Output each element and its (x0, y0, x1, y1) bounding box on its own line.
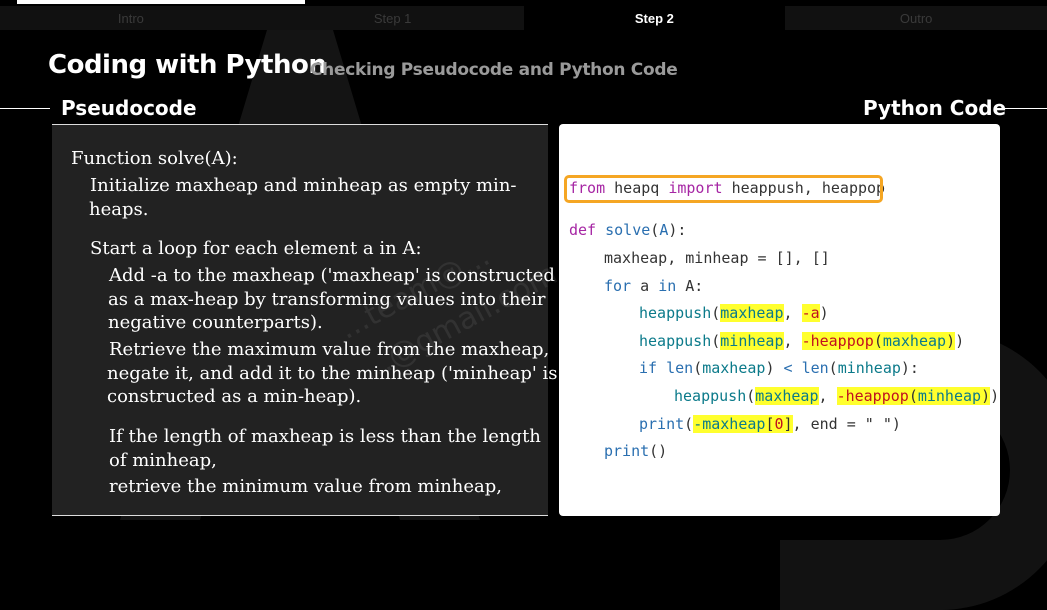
code-line-print-2: print() (604, 442, 668, 460)
highlighted-arg: -maxheap (693, 415, 766, 433)
iterable: A: (685, 277, 704, 295)
pseudocode-line: negative counterparts). (108, 312, 323, 333)
loop-variable: a (640, 277, 650, 295)
pseudocode-heading: Pseudocode (61, 96, 197, 120)
string-literal: " " (864, 415, 892, 433)
code-line-if: if len(maxheap) < len(minheap): (639, 359, 919, 377)
function-call: heappush (639, 332, 712, 350)
keyword: for (604, 277, 632, 295)
step-tab-intro[interactable]: Intro (0, 6, 262, 30)
argument: minheap (837, 359, 901, 377)
function-call: print (639, 415, 685, 433)
pseudocode-panel: ...team@... ...@gmail.com Function solve… (52, 124, 563, 516)
pseudocode-line: Function solve(A): (71, 148, 238, 169)
step-tab-outro[interactable]: Outro (785, 6, 1047, 30)
python-code-divider (997, 108, 1047, 109)
keyword: if (639, 359, 658, 377)
step-tab-step-1[interactable]: Step 1 (261, 6, 524, 30)
step-tab-label: Outro (899, 10, 933, 26)
function-call: len (801, 359, 829, 377)
keyword: def (569, 221, 597, 239)
function-call: heappush (639, 304, 712, 322)
step-tab-label: Intro (117, 10, 144, 26)
highlighted-arg: maxheap (720, 304, 784, 322)
operator: < (783, 359, 793, 377)
step-tab-label: Step 1 (373, 10, 412, 26)
parameter: A (659, 221, 669, 239)
highlighted-arg: minheap (720, 332, 784, 350)
code-line-print-1: print(-maxheap[0], end = " ") (639, 415, 901, 433)
argument: maxheap (702, 359, 766, 377)
pseudocode-line: retrieve the minimum value from minheap, (109, 476, 503, 497)
pseudocode-line: constructed as a min-heap). (107, 386, 362, 407)
pseudocode-line: negate it, and add it to the minheap ('m… (107, 363, 558, 384)
code-line-heappush-3: heappush(maxheap, -heappop(minheap)) (674, 387, 1000, 405)
step-tab-label: Step 2 (634, 10, 674, 26)
pseudocode-line: Start a loop for each element a in A: (90, 238, 422, 259)
pseudocode-divider (0, 108, 50, 109)
code-line-heappush-1: heappush(maxheap, -a) (639, 304, 829, 322)
highlighted-arg: -heappop (836, 387, 909, 405)
highlighted-arg: maxheap (755, 387, 819, 405)
highlighted-arg: maxheap (882, 332, 947, 350)
code-line-for: for a in A: (604, 276, 703, 296)
pseudocode-line: Initialize maxheap and minheap as empty … (90, 175, 517, 196)
index-value: 0 (774, 415, 784, 433)
progress-indicator (17, 0, 305, 4)
code-line-def: def solve(A): (569, 221, 687, 239)
pseudocode-line: Retrieve the maximum value from the maxh… (109, 339, 550, 360)
import-highlight-box (564, 175, 883, 203)
page-title: Coding with Python (48, 50, 327, 80)
python-code-heading: Python Code (863, 96, 1007, 120)
function-call: print (604, 442, 650, 460)
code-line-vars: maxheap, minheap = [], [] (604, 249, 830, 267)
highlighted-arg: minheap (917, 387, 982, 405)
page-subtitle: Checking Pseudocode and Python Code (310, 60, 678, 80)
pseudocode-line: If the length of maxheap is less than th… (109, 426, 541, 447)
highlighted-arg: -a (801, 304, 820, 322)
pseudocode-line: of minheap, (109, 450, 217, 471)
step-navigation: Intro Step 1 Step 2 Outro (0, 6, 1047, 30)
function-name: solve (605, 221, 651, 239)
pseudocode-line: Add -a to the maxheap ('maxheap' is cons… (109, 265, 555, 286)
pseudocode-line: heaps. (89, 199, 149, 220)
function-call: len (666, 359, 694, 377)
keyword: in (658, 277, 677, 295)
step-tab-step-2[interactable]: Step 2 (523, 6, 786, 30)
pseudocode-line: as a max-heap by transforming values int… (108, 289, 546, 310)
function-call: heappush (674, 387, 747, 405)
highlighted-arg: -heappop (801, 332, 874, 350)
code-line-heappush-2: heappush(minheap, -heappop(maxheap)) (639, 332, 965, 350)
keyword-arg: end (810, 415, 838, 433)
